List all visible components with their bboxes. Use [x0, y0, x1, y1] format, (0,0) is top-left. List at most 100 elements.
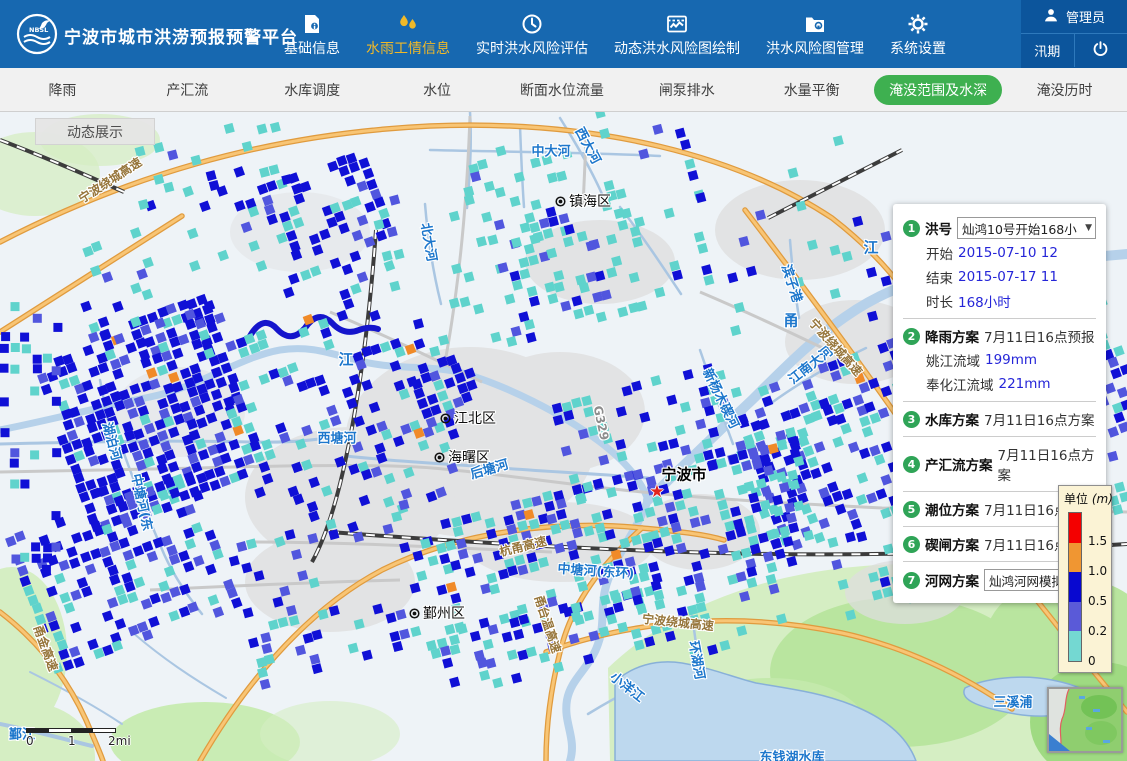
- panel-label: 时长: [926, 291, 953, 311]
- nav-item-动态洪水风险图绘制[interactable]: 动态洪水风险图绘制: [614, 11, 740, 58]
- subnav-item-降雨[interactable]: 降雨: [0, 80, 125, 100]
- step-badge-3: 3: [903, 411, 920, 428]
- user-icon: [1043, 7, 1059, 27]
- subnav-item-水库调度[interactable]: 水库调度: [250, 80, 375, 100]
- panel-divider: [903, 436, 1096, 437]
- subnav-item-断面水位流量[interactable]: 断面水位流量: [500, 80, 625, 100]
- subnav-item-label: 降雨: [48, 83, 76, 99]
- panel-value: 221mm: [999, 376, 1051, 392]
- nav-item-label: 基础信息: [284, 38, 340, 58]
- panel-divider: [903, 401, 1096, 402]
- scale-labels: 0 1 2mi: [26, 734, 136, 748]
- subnav-item-label: 淹没范围及水深: [874, 75, 1002, 105]
- map-area[interactable]: 镇海区江北区海曙区鄞州区宁波市中大河西大河北大河滨子港江甬江南大河新杨木碶河江西…: [0, 112, 1127, 761]
- panel-select-洪号[interactable]: 灿鸿10号开始168小▼: [957, 217, 1096, 239]
- panel-value: 7月11日16点方案: [984, 409, 1094, 429]
- user-menu[interactable]: 管理员: [1021, 0, 1127, 34]
- user-label: 管理员: [1066, 7, 1105, 26]
- panel-label: 碶闸方案: [925, 534, 979, 554]
- panel-value: 7月11日16点预报: [984, 326, 1094, 346]
- caret-down-icon: ▼: [1085, 223, 1092, 233]
- panel-select-value: 灿鸿河网模拟: [989, 571, 1064, 590]
- map-scale-bar: 0 1 2mi: [26, 728, 136, 748]
- subnav: 降雨 产汇流 水库调度 水位 断面水位流量 闸泵排水 水量平衡 淹没范围及水深 淹没历时: [0, 68, 1127, 112]
- user-block: 管理员 汛期: [1021, 0, 1127, 68]
- panel-label: 姚江流域: [926, 350, 980, 370]
- subnav-item-label: 淹没历时: [1037, 83, 1093, 99]
- subnav-item-淹没历时[interactable]: 淹没历时: [1002, 80, 1127, 100]
- legend-ticks: 1.5 1.0 0.5 0.2 0: [1059, 486, 1111, 672]
- step-badge-7: 7: [903, 572, 920, 589]
- page: NBSL 宁波市城市洪涝预报预警平台 基础信息 水雨工情信息 实时洪水风险评估 动态洪…: [0, 0, 1127, 761]
- step-badge-2: 2: [903, 328, 920, 345]
- logout-button[interactable]: [1074, 34, 1127, 67]
- subnav-item-label: 水库调度: [284, 83, 340, 99]
- panel-label: 潮位方案: [925, 499, 979, 519]
- flood-season-button[interactable]: 汛期: [1021, 34, 1074, 67]
- legend-tick: 1.5: [1088, 534, 1107, 548]
- app-header: NBSL 宁波市城市洪涝预报预警平台 基础信息 水雨工情信息 实时洪水风险评估 动态洪…: [0, 0, 1127, 68]
- nav-item-洪水风险图管理[interactable]: 洪水风险图管理: [766, 11, 864, 58]
- nav-item-label: 水雨工情信息: [366, 38, 450, 58]
- folder-lock-icon: [804, 11, 826, 35]
- clock-icon: [521, 11, 543, 35]
- nav-item-label: 系统设置: [890, 38, 946, 58]
- panel-divider: [903, 318, 1096, 319]
- panel-label: 开始: [926, 243, 953, 263]
- nav-item-基础信息[interactable]: 基础信息: [284, 11, 340, 58]
- dynamic-display-button[interactable]: 动态展示: [35, 118, 155, 145]
- subnav-item-淹没范围及水深[interactable]: 淹没范围及水深: [874, 75, 1002, 105]
- legend-tick: 1.0: [1088, 564, 1107, 578]
- svg-text:NBSL: NBSL: [29, 26, 48, 34]
- nav-item-label: 洪水风险图管理: [766, 38, 864, 58]
- panel-label: 水库方案: [925, 409, 979, 429]
- legend-tick: 0: [1088, 654, 1096, 668]
- panel-row: 3 水库方案7月11日16点方案: [903, 409, 1096, 429]
- subnav-item-label: 断面水位流量: [520, 83, 604, 99]
- nav-item-水雨工情信息[interactable]: 水雨工情信息: [366, 11, 450, 58]
- water-drops-icon: [397, 11, 419, 35]
- step-badge-1: 1: [903, 220, 920, 237]
- chart-window-icon: [666, 11, 688, 35]
- panel-label: 河网方案: [925, 570, 979, 590]
- app-logo-icon: NBSL: [16, 13, 58, 55]
- panel-row: 结束2015-07-17 11: [926, 267, 1096, 287]
- panel-label: 奉化江流域: [926, 374, 994, 394]
- overview-minimap[interactable]: [1047, 687, 1123, 753]
- legend-tick: 0.2: [1088, 624, 1107, 638]
- nav-item-系统设置[interactable]: 系统设置: [890, 11, 946, 58]
- gear-icon: [907, 11, 929, 35]
- panel-value: 2015-07-17 11: [958, 269, 1058, 285]
- panel-row: 奉化江流域 221mm: [926, 374, 1096, 394]
- subnav-item-闸泵排水[interactable]: 闸泵排水: [624, 80, 749, 100]
- step-badge-4: 4: [903, 456, 920, 473]
- scale-bar-segments: [26, 728, 116, 733]
- nav-item-实时洪水风险评估[interactable]: 实时洪水风险评估: [476, 11, 588, 58]
- subnav-item-水量平衡[interactable]: 水量平衡: [749, 80, 874, 100]
- panel-value: 199mm: [985, 352, 1037, 368]
- subnav-item-label: 水量平衡: [784, 83, 840, 99]
- main-nav: 基础信息 水雨工情信息 实时洪水风险评估 动态洪水风险图绘制 洪水风险图管理 系统设置: [284, 0, 946, 68]
- panel-value: 2015-07-10 12: [958, 245, 1058, 261]
- panel-row: 2降雨方案7月11日16点预报: [903, 326, 1096, 346]
- panel-label: 洪号: [925, 218, 952, 238]
- step-badge-6: 6: [903, 536, 920, 553]
- subnav-item-产汇流[interactable]: 产汇流: [125, 80, 250, 100]
- nav-item-label: 动态洪水风险图绘制: [614, 38, 740, 58]
- legend-tick: 0.5: [1088, 594, 1107, 608]
- subnav-item-水位[interactable]: 水位: [375, 80, 500, 100]
- scale-label: 1: [68, 734, 76, 748]
- subnav-item-label: 水位: [423, 83, 451, 99]
- nav-item-label: 实时洪水风险评估: [476, 38, 588, 58]
- panel-row: 姚江流域 199mm: [926, 350, 1096, 370]
- scale-label: 0: [26, 734, 34, 748]
- panel-label: 产汇流方案: [925, 454, 993, 474]
- panel-row: 4 产汇流方案7月11日16点方案: [903, 444, 1096, 484]
- panel-value: 7月11日16点方案: [998, 444, 1097, 484]
- doc-info-icon: [301, 11, 323, 35]
- subnav-item-label: 闸泵排水: [659, 83, 715, 99]
- panel-value: 168小时: [958, 291, 1011, 311]
- panel-row: 开始 2015-07-10 12: [926, 243, 1096, 263]
- page-title: 宁波市城市洪涝预报预警平台: [64, 23, 298, 48]
- scale-label: 2mi: [108, 734, 131, 748]
